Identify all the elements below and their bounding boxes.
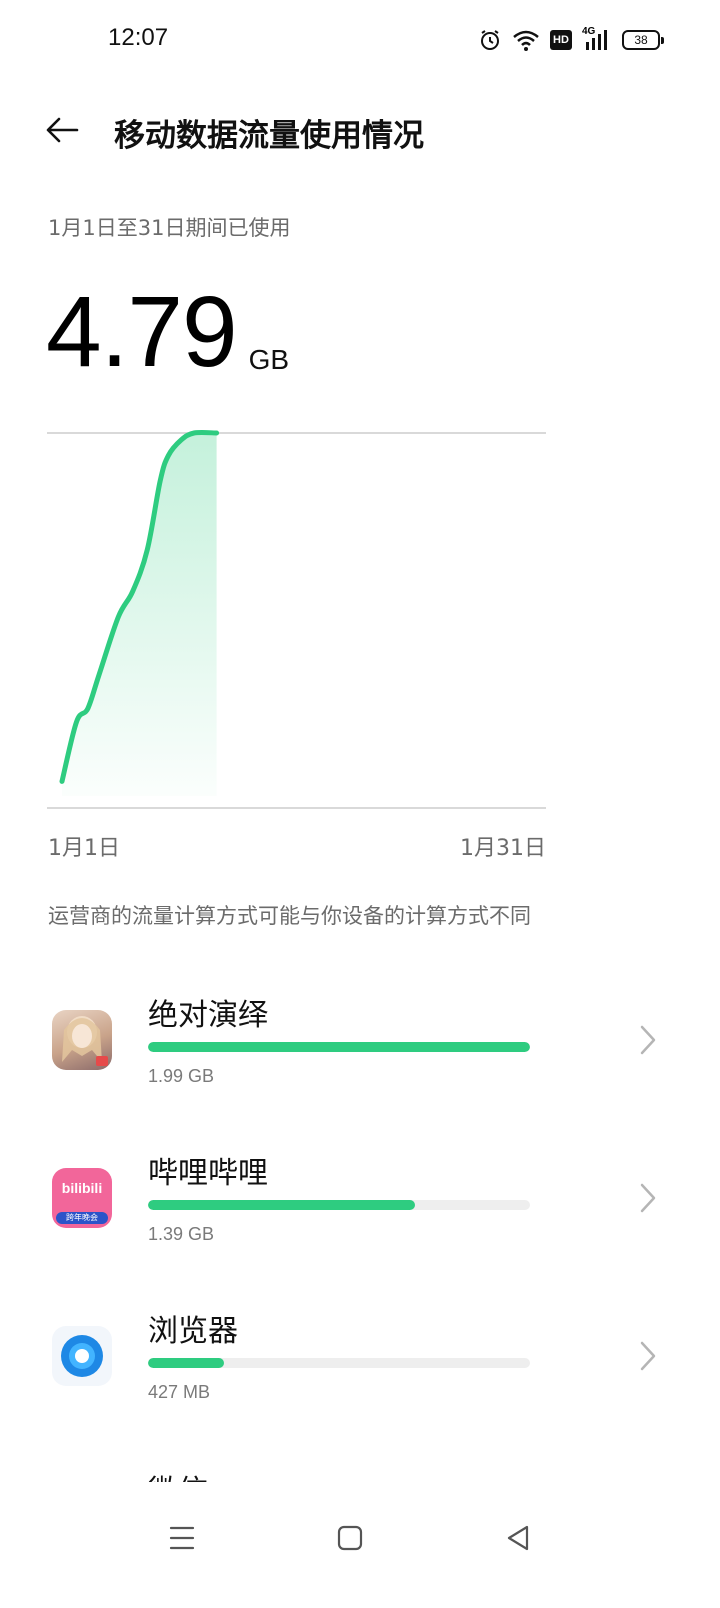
app-icon-juedui (52, 1010, 112, 1070)
bilibili-icon-badge: 跨年晚会 (56, 1212, 108, 1224)
page-title: 移动数据流量使用情况 (114, 118, 424, 154)
app-name: 哔哩哔哩 (148, 1156, 268, 1191)
chevron-right-icon (640, 1341, 656, 1371)
home-button[interactable] (320, 1508, 380, 1568)
app-usage-size: 1.99 GB (148, 1066, 215, 1086)
alarm-icon (478, 28, 502, 52)
status-icons: HD 4G 38 (478, 26, 664, 54)
app-row-browser[interactable]: 浏览器 427 MB (0, 1314, 720, 1476)
usage-bar-fill (148, 1200, 415, 1210)
usage-bar (148, 1200, 530, 1210)
chart-area (62, 432, 217, 796)
carrier-note: 运营商的流量计算方式可能与你设备的计算方式不同 (48, 904, 531, 928)
hd-icon: HD (550, 30, 572, 50)
usage-value: 4.79 (46, 276, 238, 388)
usage-chart-svg (47, 429, 546, 809)
x-axis-start-label: 1月1日 (48, 836, 120, 861)
usage-bar-fill (148, 1042, 530, 1052)
usage-total: 4.79 GB (46, 282, 289, 382)
back-triangle-icon (507, 1525, 529, 1551)
app-row-bilibili[interactable]: bilibili 跨年晚会 哔哩哔哩 1.39 GB (0, 1156, 720, 1318)
app-name: 浏览器 (148, 1314, 238, 1349)
usage-period: 1月1日至31日期间已使用 (48, 216, 291, 240)
menu-icon (169, 1526, 195, 1550)
home-icon (337, 1525, 363, 1551)
nav-back-button[interactable] (488, 1508, 548, 1568)
status-time: 12:07 (108, 24, 169, 51)
status-bar: 12:07 HD 4G 38 (0, 0, 720, 80)
app-usage-size: 1.39 GB (148, 1224, 215, 1244)
wifi-icon (512, 28, 540, 52)
chevron-right-icon (640, 1025, 656, 1055)
app-name-partial[interactable]: 微信 (148, 1466, 208, 1482)
app-usage-size: 427 MB (148, 1382, 211, 1402)
chevron-right-icon (640, 1183, 656, 1213)
usage-chart (0, 420, 720, 870)
browser-icon (52, 1326, 112, 1386)
battery-icon: 38 (622, 30, 664, 50)
back-button[interactable] (38, 106, 86, 154)
usage-bar (148, 1042, 530, 1052)
signal-4g-icon: 4G (582, 26, 612, 52)
usage-bar-fill (148, 1358, 225, 1368)
app-name: 绝对演绎 (148, 998, 268, 1033)
bilibili-icon: bilibili 跨年晚会 (52, 1168, 112, 1228)
x-axis-end-label: 1月31日 (460, 836, 546, 861)
app-row-juedui[interactable]: 绝对演绎 1.99 GB (0, 998, 720, 1160)
menu-button[interactable] (152, 1508, 212, 1568)
usage-bar (148, 1358, 530, 1368)
navigation-bar (0, 1488, 720, 1608)
arrow-left-icon (46, 117, 79, 143)
usage-unit: GB (248, 344, 290, 375)
bilibili-icon-text: bilibili (61, 1180, 103, 1196)
